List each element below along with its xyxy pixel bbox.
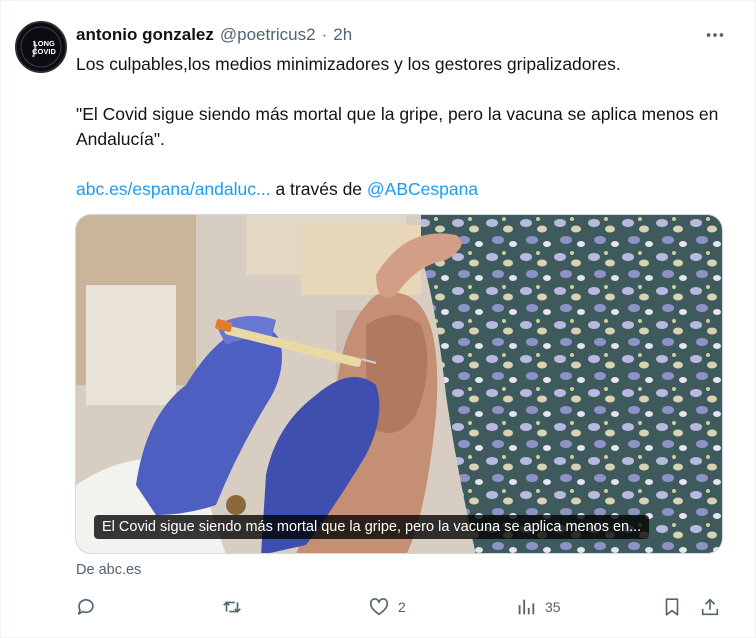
bookmark-button[interactable] [661,594,683,620]
heart-icon [369,598,389,616]
like-count: 2 [398,599,406,615]
views-count: 35 [545,599,561,615]
via-text: a través de [270,179,367,199]
mention-link[interactable]: @ABCespana [367,179,478,199]
share-button[interactable] [699,594,721,620]
action-bar: 2 35 [75,594,725,620]
bookmark-icon [665,598,679,616]
card-source[interactable]: De abc.es [76,562,141,578]
views-button[interactable]: 35 [515,594,561,620]
reply-button[interactable] [75,594,105,620]
tweet[interactable]: LONG COVID antonio gonzalez @poetricus2 … [0,0,756,638]
views-icon [518,599,535,615]
tweet-header: antonio gonzalez @poetricus2 · 2h [76,25,352,45]
tweet-link-line: abc.es/espana/andaluc... a través de @AB… [76,177,736,202]
author-name[interactable]: antonio gonzalez [76,25,214,45]
tweet-text: Los culpables,los medios minimizadores y… [76,52,736,202]
retweet-button[interactable] [221,594,251,620]
reply-icon [77,599,94,615]
timestamp[interactable]: 2h [333,25,352,45]
svg-text:COVID: COVID [32,47,56,56]
tweet-line: Los culpables,los medios minimizadores y… [76,54,621,74]
author-handle[interactable]: @poetricus2 [220,25,316,45]
separator-dot: · [321,25,328,44]
more-options-button[interactable] [701,23,729,47]
retweet-icon [223,601,241,613]
article-link[interactable]: abc.es/espana/andaluc... [76,179,271,199]
avatar[interactable]: LONG COVID [15,21,67,73]
share-icon [701,598,719,616]
link-card[interactable]: El Covid sigue siendo más mortal que la … [75,214,723,554]
vaccination-photo [76,215,722,553]
like-button[interactable]: 2 [368,594,406,620]
card-caption: El Covid sigue siendo más mortal que la … [94,515,650,539]
tweet-quote: "El Covid sigue siendo más mortal que la… [76,104,719,149]
more-horizontal-icon [706,33,724,37]
